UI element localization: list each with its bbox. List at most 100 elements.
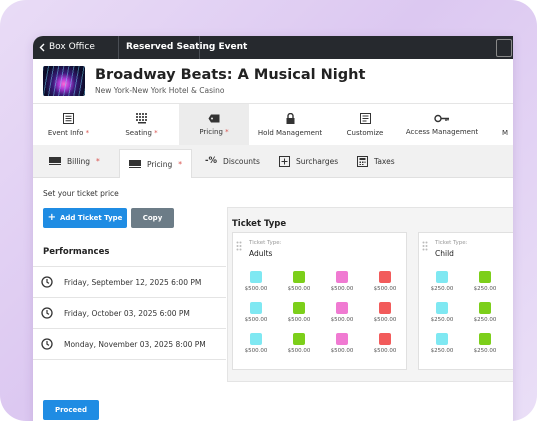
price-value: $250.00 [430, 317, 454, 323]
event-title: Broadway Beats: A Musical Night [95, 67, 366, 83]
price-cell[interactable]: $500.00 [236, 333, 276, 354]
price-value: $250.00 [473, 317, 497, 323]
performances-heading: Performances [43, 247, 110, 257]
titlebar: Box Office Reserved Seating Event [33, 36, 513, 59]
price-cell[interactable]: $500.00 [236, 271, 276, 292]
price-cell[interactable]: $250.00 [422, 271, 462, 292]
tab-label: M [501, 129, 509, 137]
price-level-swatch [436, 271, 448, 283]
subtab-label: Taxes [374, 156, 395, 166]
tab-access-management[interactable]: Access Management [399, 104, 485, 146]
price-cell[interactable]: $250.00 [422, 333, 462, 354]
price-level-swatch [250, 333, 262, 345]
subtab-discounts[interactable]: -% Discounts [205, 145, 260, 177]
divider [118, 36, 119, 59]
divider [199, 36, 200, 59]
price-level-swatch [336, 333, 348, 345]
subtab-taxes[interactable]: Taxes [357, 145, 395, 177]
drag-handle-icon[interactable] [422, 241, 428, 251]
button-label: Add Ticket Type [59, 214, 123, 222]
price-level-swatch [436, 333, 448, 345]
price-level-swatch [250, 302, 262, 314]
tab-more[interactable]: M [485, 104, 513, 146]
tab-label: Seating [125, 129, 152, 137]
price-value: $500.00 [373, 348, 397, 354]
price-level-swatch [479, 271, 491, 283]
tab-pricing[interactable]: Pricing * [179, 104, 249, 146]
background: Box Office Reserved Seating Event Broadw… [0, 0, 537, 421]
ticket-type-heading: Ticket Type [232, 219, 287, 229]
sub-tabs: Billing * Pricing * -% Discounts Surcharge… [33, 145, 513, 178]
price-cell[interactable]: $500.00 [365, 271, 405, 292]
performance-row[interactable]: Friday, October 03, 2025 6:00 PM [33, 297, 226, 328]
performance-date: Friday, October 03, 2025 6:00 PM [64, 309, 190, 318]
main-tabs: Event Info * Seating * Pricing * Hold Ma… [33, 103, 513, 147]
tab-label: Hold Management [257, 129, 323, 137]
window-control-icon[interactable] [496, 39, 512, 57]
instruction-text: Set your ticket price [43, 189, 119, 198]
seat-grid-icon [135, 113, 147, 124]
price-value: $500.00 [287, 317, 311, 323]
price-value: $250.00 [430, 348, 454, 354]
more-icon [500, 113, 511, 124]
price-level-swatch [250, 271, 262, 283]
performance-row[interactable]: Monday, November 03, 2025 8:00 PM [33, 328, 226, 360]
add-ticket-type-button[interactable]: + Add Ticket Type [43, 208, 127, 228]
subtab-label: Surcharges [296, 156, 339, 166]
event-venue: New York-New York Hotel & Casino [95, 86, 225, 95]
price-level-swatch [336, 271, 348, 283]
price-value: $250.00 [473, 348, 497, 354]
price-cell[interactable]: $250.00 [465, 302, 505, 323]
tab-event-info[interactable]: Event Info * [33, 104, 104, 146]
ticket-icon [49, 157, 61, 165]
performance-row[interactable]: Friday, September 12, 2025 6:00 PM [33, 266, 226, 297]
price-cell[interactable]: $500.00 [279, 271, 319, 292]
app-window: Box Office Reserved Seating Event Broadw… [33, 36, 513, 421]
price-value: $500.00 [287, 286, 311, 292]
price-cell[interactable]: $250.00 [465, 271, 505, 292]
plus-box-icon [279, 155, 290, 167]
lock-icon [286, 113, 294, 124]
clock-icon [41, 338, 53, 350]
ticket-type-name: Child [435, 249, 454, 258]
tab-hold-management[interactable]: Hold Management [249, 104, 331, 146]
price-cell[interactable]: $500.00 [322, 302, 362, 323]
back-button[interactable]: Box Office [39, 42, 95, 52]
proceed-button[interactable]: Proceed [43, 400, 99, 420]
price-cell[interactable]: $250.00 [465, 333, 505, 354]
price-cell[interactable]: $500.00 [322, 333, 362, 354]
tab-label: Customize [346, 129, 384, 137]
price-cell[interactable]: $500.00 [365, 333, 405, 354]
subtab-label: Discounts [223, 156, 260, 166]
price-cell[interactable]: $500.00 [236, 302, 276, 323]
percent-icon: -% [205, 156, 218, 166]
performance-date: Monday, November 03, 2025 8:00 PM [64, 340, 206, 349]
tab-seating[interactable]: Seating * [104, 104, 179, 146]
drag-handle-icon[interactable] [236, 241, 242, 251]
price-cell[interactable]: $500.00 [279, 333, 319, 354]
subtab-surcharges[interactable]: Surcharges [279, 145, 338, 177]
ticket-type-card-adults: Ticket Type: Adults $500.00 $500.00 $500.0… [232, 232, 407, 370]
tab-label: Access Management [405, 128, 479, 136]
price-level-swatch [293, 271, 305, 283]
price-level-swatch [479, 302, 491, 314]
required-marker: * [225, 128, 229, 136]
calculator-icon [357, 155, 368, 167]
clock-icon [41, 307, 53, 319]
price-cell[interactable]: $500.00 [322, 271, 362, 292]
subtab-label: Pricing [146, 159, 173, 169]
form-icon [359, 113, 371, 124]
tab-customize[interactable]: Customize [331, 104, 399, 146]
price-cell[interactable]: $250.00 [422, 302, 462, 323]
price-cell[interactable]: $500.00 [279, 302, 319, 323]
subtab-label: Billing [67, 156, 90, 166]
event-thumbnail [43, 66, 85, 96]
price-cell[interactable]: $500.00 [365, 302, 405, 323]
price-value: $500.00 [244, 348, 268, 354]
list-icon [63, 113, 74, 124]
subtab-billing[interactable]: Billing * [49, 145, 100, 177]
price-value: $500.00 [330, 317, 354, 323]
subtab-pricing[interactable]: Pricing * [119, 149, 192, 178]
copy-button[interactable]: Copy [131, 208, 174, 228]
ticket-type-field-label: Ticket Type: [249, 240, 282, 246]
